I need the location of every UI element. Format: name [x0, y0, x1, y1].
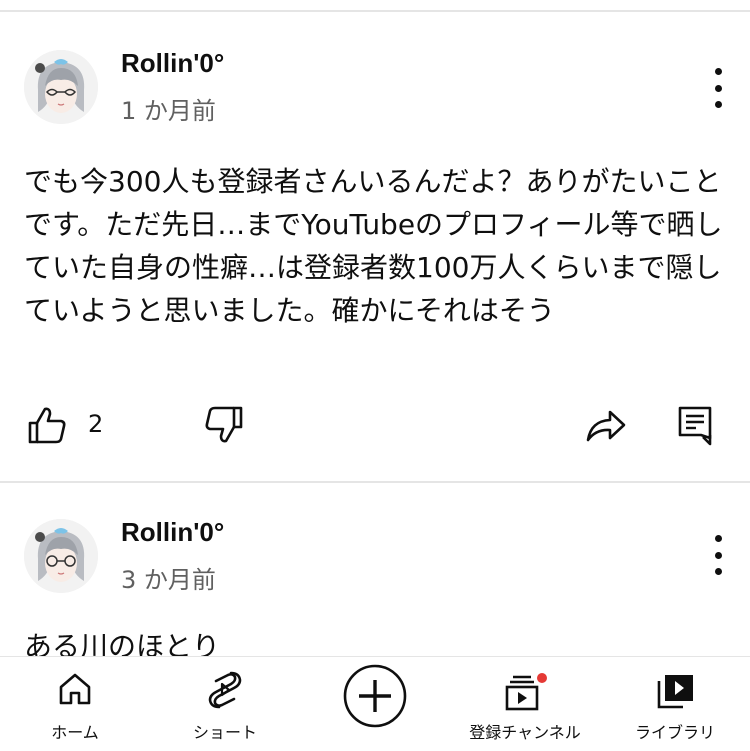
avatar-illustration: [24, 50, 98, 124]
nav-home[interactable]: ホーム: [0, 657, 150, 751]
like-count: 2: [88, 410, 104, 438]
channel-avatar[interactable]: [24, 50, 98, 124]
share-button[interactable]: [584, 404, 628, 446]
thumbs-up-icon: [28, 407, 66, 444]
share-icon: [586, 410, 626, 442]
post-actions: 2: [0, 402, 750, 452]
comment-icon: [678, 406, 712, 446]
thumbs-down-icon: [205, 406, 243, 443]
nav-shorts-label: ショート: [192, 723, 257, 742]
more-options-icon[interactable]: [708, 68, 728, 108]
shorts-icon: [208, 671, 242, 709]
plus-circle-icon: [343, 664, 407, 728]
nav-subscriptions-label: 登録チャンネル: [469, 723, 581, 742]
reply-button[interactable]: [676, 402, 716, 448]
library-icon: [657, 675, 693, 709]
notification-dot: [535, 671, 549, 685]
community-post: Rollin'0° 1 か月前 でも今300人も登録者さんいるんだよ？ありがたい…: [0, 12, 750, 482]
community-post: Rollin'0° 3 か月前 ある川のほとり: [0, 483, 750, 658]
post-time: 3 か月前: [121, 566, 216, 594]
avatar-illustration: [24, 519, 98, 593]
post-text: ある川のほとり: [24, 630, 221, 658]
channel-avatar[interactable]: [24, 519, 98, 593]
channel-name[interactable]: Rollin'0°: [121, 48, 224, 79]
bottom-navigation: ホーム ショート 登録チャンネル ライブラリ: [0, 656, 750, 750]
more-options-icon[interactable]: [708, 535, 728, 575]
dislike-button[interactable]: [203, 404, 245, 446]
create-button[interactable]: [300, 657, 450, 751]
nav-shorts[interactable]: ショート: [150, 657, 300, 751]
home-icon: [59, 673, 91, 705]
like-button[interactable]: [26, 404, 68, 446]
nav-library-label: ライブラリ: [634, 723, 715, 742]
nav-home-label: ホーム: [51, 723, 99, 742]
nav-subscriptions[interactable]: 登録チャンネル: [450, 657, 600, 751]
channel-name[interactable]: Rollin'0°: [121, 517, 224, 548]
nav-library[interactable]: ライブラリ: [600, 657, 750, 751]
post-time: 1 か月前: [121, 97, 216, 125]
post-text: でも今300人も登録者さんいるんだよ？ありがたいことです。ただ先日…までYouT…: [24, 165, 723, 327]
